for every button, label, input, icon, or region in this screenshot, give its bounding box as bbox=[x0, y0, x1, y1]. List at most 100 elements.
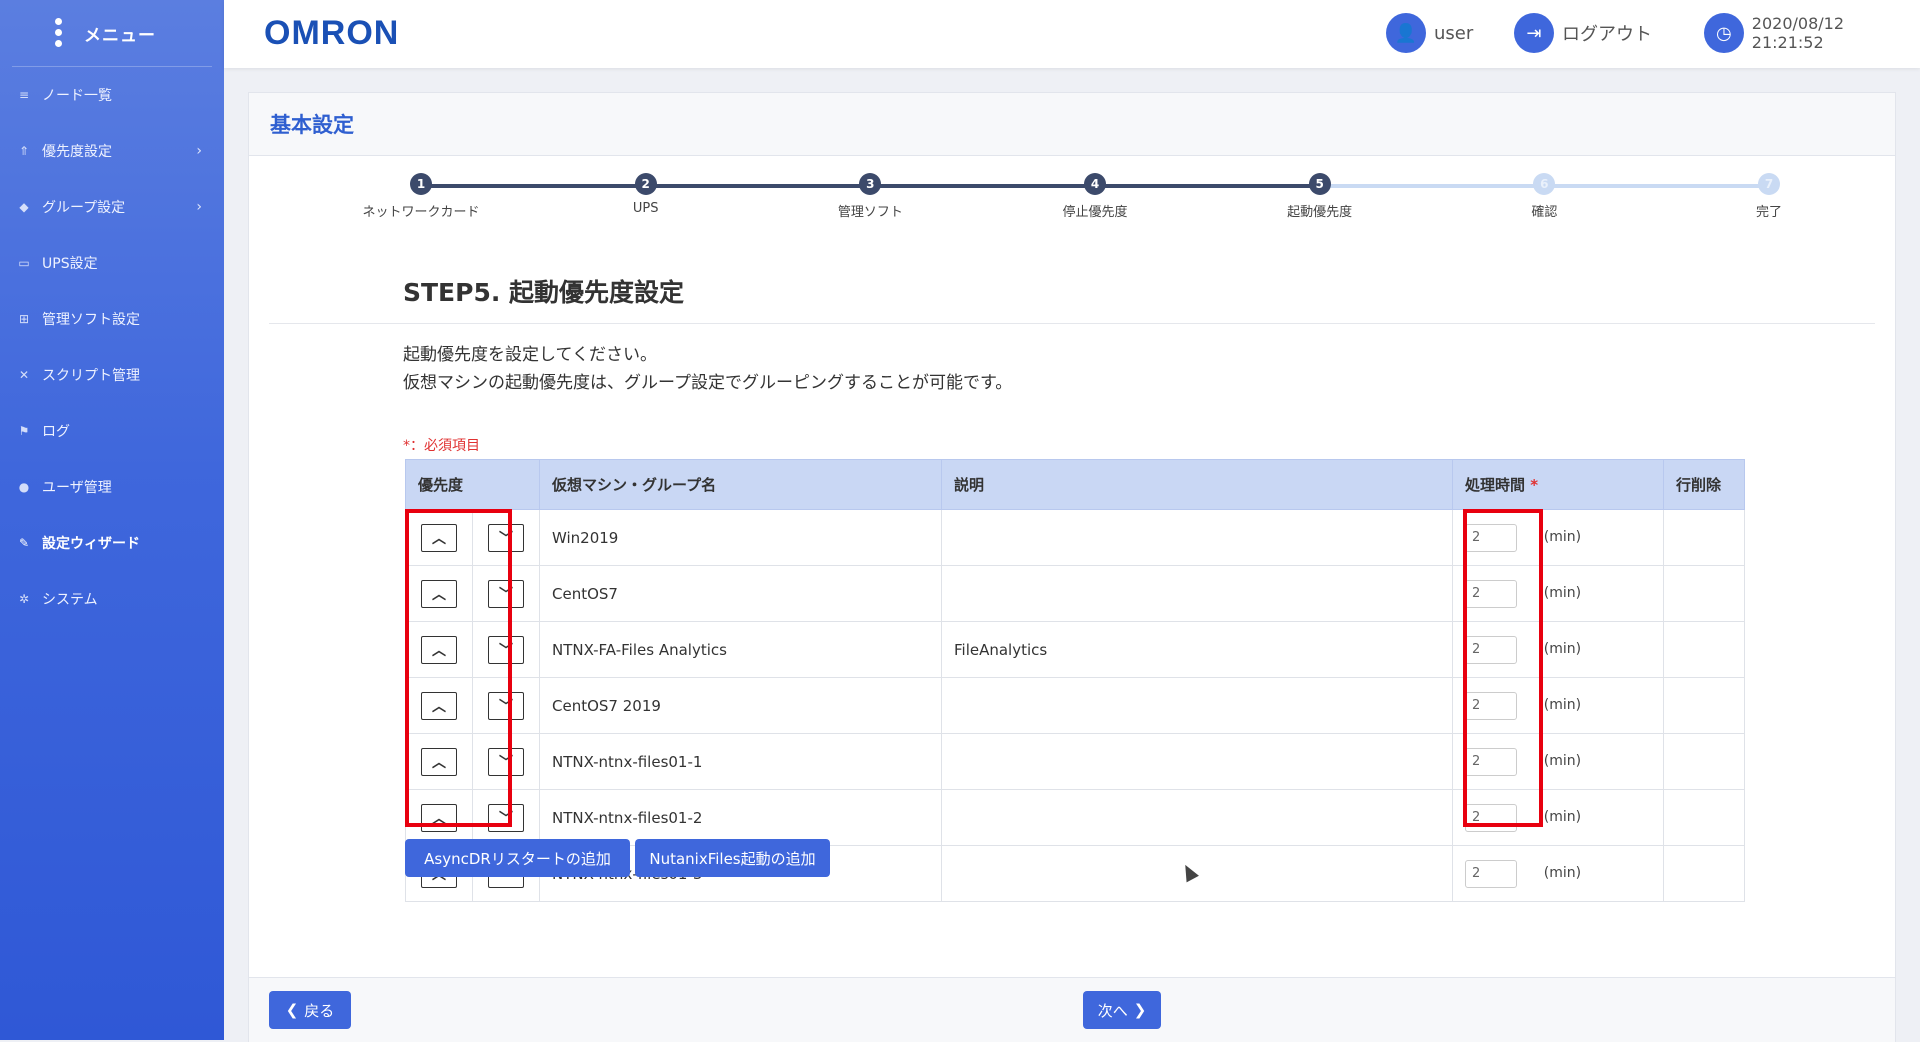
kebab-menu-icon bbox=[55, 18, 63, 51]
settings-card: 基本設定 1 ネットワークカード 2 UPS 3 管理ソフト 4 停止優先度 5 起動優先度 6 確認… bbox=[248, 92, 1896, 1042]
step-number: 5 bbox=[1308, 173, 1331, 195]
time-cell: (min) bbox=[1452, 845, 1664, 902]
step-label: ネットワークカード bbox=[362, 205, 480, 220]
vm-description bbox=[941, 565, 1453, 622]
move-up-button[interactable]: ︿ bbox=[421, 803, 457, 832]
logout-label: ログアウト bbox=[1562, 24, 1652, 45]
datetime-text: 2020/08/12 21:21:52 bbox=[1751, 14, 1844, 52]
vm-description bbox=[941, 677, 1453, 734]
sidebar-item-label: ノード一覧 bbox=[42, 88, 112, 104]
move-up-button[interactable]: ︿ bbox=[421, 635, 457, 664]
vm-name: NTNX-ntnx-files01-2 bbox=[539, 789, 942, 846]
user-icon: ● bbox=[18, 480, 30, 494]
move-down-button[interactable]: ﹀ bbox=[488, 747, 524, 776]
sidebar-item-7[interactable]: ● ユーザ管理 bbox=[0, 459, 224, 515]
divider bbox=[269, 323, 1875, 324]
vm-name: NTNX-ntnx-files01-1 bbox=[539, 733, 942, 790]
move-up-button[interactable]: ︿ bbox=[421, 523, 457, 552]
move-down-cell: ﹀ bbox=[472, 789, 540, 846]
sidebar-item-8[interactable]: ✎ 設定ウィザード bbox=[0, 515, 224, 571]
time-cell: (min) bbox=[1452, 789, 1664, 846]
move-up-button[interactable]: ︿ bbox=[421, 747, 457, 776]
gear-icon: ✲ bbox=[18, 592, 30, 606]
sidebar-item-2[interactable]: ◆ グループ設定 › bbox=[0, 179, 224, 235]
sidebar-item-label: グループ設定 bbox=[42, 200, 126, 216]
step-label: 停止優先度 bbox=[1062, 205, 1128, 220]
time-input[interactable] bbox=[1465, 579, 1517, 608]
move-up-button[interactable]: ︿ bbox=[421, 579, 457, 608]
delete-cell bbox=[1663, 845, 1745, 902]
sidebar-item-3[interactable]: ▭ UPS設定 bbox=[0, 235, 224, 291]
description: 起動優先度を設定してください。 仮想マシンの起動優先度は、グループ設定でグルーピ… bbox=[403, 341, 1012, 397]
step-number: 6 bbox=[1533, 173, 1556, 195]
step-6: 6 確認 bbox=[1464, 173, 1624, 220]
step-number: 7 bbox=[1758, 173, 1780, 195]
sidebar-item-label: 設定ウィザード bbox=[42, 536, 140, 552]
time-unit: (min) bbox=[1543, 753, 1582, 769]
header-description: 説明 bbox=[941, 459, 1453, 510]
move-down-button[interactable]: ﹀ bbox=[488, 803, 524, 832]
move-down-cell: ﹀ bbox=[472, 565, 540, 622]
back-label: 戻る bbox=[304, 1001, 335, 1020]
move-down-cell: ﹀ bbox=[472, 621, 540, 678]
add-asyncdr-button[interactable]: AsyncDRリスタートの追加 bbox=[405, 839, 630, 877]
step-3: 3 管理ソフト bbox=[790, 173, 950, 220]
time-input[interactable] bbox=[1465, 859, 1517, 888]
sidebar-item-9[interactable]: ✲ システム bbox=[0, 571, 224, 627]
sidebar-item-label: スクリプト管理 bbox=[42, 368, 140, 384]
sidebar-item-6[interactable]: ⚑ ログ bbox=[0, 403, 224, 459]
sidebar-item-5[interactable]: ✕ スクリプト管理 bbox=[0, 347, 224, 403]
move-up-button[interactable]: ︿ bbox=[421, 691, 457, 720]
code-icon: ✕ bbox=[18, 368, 30, 382]
move-down-button[interactable]: ﹀ bbox=[488, 579, 524, 608]
vm-description bbox=[941, 789, 1453, 846]
clock-icon: ◷ bbox=[1704, 13, 1744, 53]
back-button[interactable]: ❮ 戻る bbox=[269, 991, 351, 1029]
step-number: 1 bbox=[410, 173, 432, 195]
delete-cell bbox=[1663, 621, 1745, 678]
time-cell: (min) bbox=[1452, 509, 1664, 566]
table-row: ︿ ﹀ NTNX-FA-Files AnalyticsFileAnalytics (… bbox=[405, 621, 1745, 678]
required-star: * bbox=[1530, 476, 1539, 494]
sidebar-item-1[interactable]: ⇑ 優先度設定 › bbox=[0, 123, 224, 179]
user-label: user bbox=[1434, 22, 1474, 44]
time-unit: (min) bbox=[1543, 865, 1582, 881]
sidebar-item-label: 優先度設定 bbox=[42, 144, 112, 160]
sidebar-item-4[interactable]: ⊞ 管理ソフト設定 bbox=[0, 291, 224, 347]
time-input[interactable] bbox=[1465, 523, 1517, 552]
time-input[interactable] bbox=[1465, 803, 1517, 832]
move-down-button[interactable]: ﹀ bbox=[488, 523, 524, 552]
menu-header[interactable]: メニュー bbox=[12, 0, 212, 67]
step-title: STEP5. 起動優先度設定 bbox=[403, 278, 685, 307]
time-unit: (min) bbox=[1543, 641, 1582, 657]
sidebar-item-label: ログ bbox=[42, 424, 70, 440]
next-button[interactable]: 次へ ❯ bbox=[1083, 991, 1161, 1029]
time-input[interactable] bbox=[1465, 747, 1517, 776]
sidebar-item-label: ユーザ管理 bbox=[42, 480, 112, 496]
layers-icon: ◆ bbox=[19, 200, 29, 214]
step-label: 確認 bbox=[1531, 205, 1558, 220]
delete-cell bbox=[1663, 509, 1745, 566]
sidebar: メニュー ≡ ノード一覧 ⇑ 優先度設定 › ◆ グループ設定 › ▭ UPS設定 ⊞ 管理ソフト設定… bbox=[0, 0, 224, 1040]
sidebar-item-0[interactable]: ≡ ノード一覧 bbox=[0, 67, 224, 123]
time-cell: (min) bbox=[1452, 565, 1664, 622]
move-down-cell: ﹀ bbox=[472, 509, 540, 566]
next-label: 次へ bbox=[1097, 1001, 1128, 1020]
move-down-button[interactable]: ﹀ bbox=[488, 691, 524, 720]
vm-name: NTNX-FA-Files Analytics bbox=[539, 621, 942, 678]
header-time: 処理時間 * bbox=[1452, 459, 1664, 510]
header-priority: 優先度 bbox=[405, 459, 540, 510]
step-number: 2 bbox=[634, 173, 657, 195]
user-menu[interactable]: 👤 user bbox=[1386, 13, 1473, 53]
time-unit: (min) bbox=[1543, 809, 1582, 825]
logout-button[interactable]: ⇥ ログアウト bbox=[1514, 13, 1652, 53]
vm-description: FileAnalytics bbox=[941, 621, 1453, 678]
add-nutanixfiles-button[interactable]: NutanixFiles起動の追加 bbox=[635, 839, 830, 877]
step-label: 完了 bbox=[1755, 205, 1782, 220]
logout-icon: ⇥ bbox=[1514, 13, 1554, 53]
move-down-button[interactable]: ﹀ bbox=[488, 635, 524, 664]
time-input[interactable] bbox=[1465, 635, 1517, 664]
time-input[interactable] bbox=[1465, 691, 1517, 720]
vm-name: Win2019 bbox=[539, 509, 942, 566]
time-cell: (min) bbox=[1452, 733, 1664, 790]
